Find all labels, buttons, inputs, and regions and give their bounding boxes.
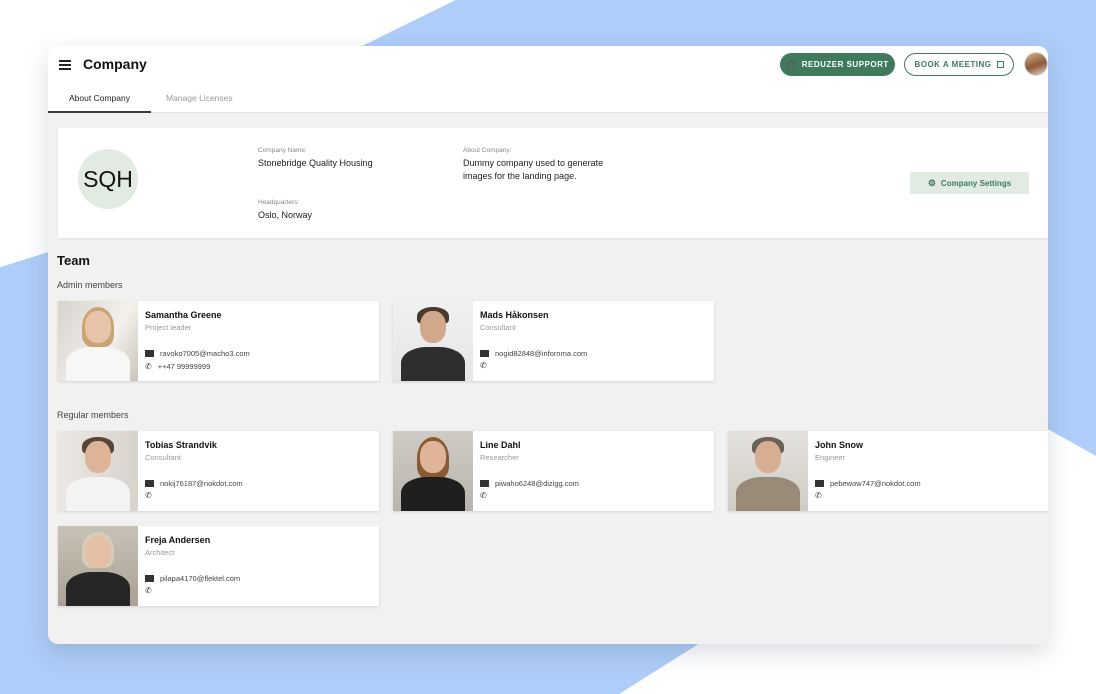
- company-name-value: Stonebridge Quality Housing: [258, 158, 373, 168]
- member-email[interactable]: ravoko7005@macho3.com: [160, 349, 250, 358]
- member-photo: [728, 431, 808, 511]
- member-card[interactable]: John Snow Engineer pebewow747@nokdot.com…: [728, 431, 1048, 511]
- member-photo: [58, 301, 138, 381]
- member-photo: [393, 301, 473, 381]
- headquarters-value: Oslo, Norway: [258, 210, 313, 220]
- member-photo: [58, 431, 138, 511]
- member-email[interactable]: nokij76187@nokdot.com: [160, 479, 243, 488]
- tab-about-company[interactable]: About Company: [48, 93, 151, 113]
- member-card[interactable]: Line Dahl Researcher piwaho6248@dizigg.c…: [393, 431, 714, 511]
- member-card[interactable]: Mads Håkonsen Consultant nogid82848@info…: [393, 301, 714, 381]
- tab-manage-licenses[interactable]: Manage Licenses: [166, 93, 233, 113]
- mail-icon: [815, 480, 824, 487]
- page-title: Company: [83, 56, 147, 72]
- about-company-line1: Dummy company used to generate: [463, 158, 604, 168]
- member-card[interactable]: Tobias Strandvik Consultant nokij76187@n…: [58, 431, 379, 511]
- app-window: Company 🎧 REDUZER SUPPORT BOOK A MEETING…: [48, 46, 1048, 644]
- book-meeting-button[interactable]: BOOK A MEETING: [904, 53, 1014, 76]
- phone-icon: ✆: [145, 491, 152, 500]
- reduzer-support-button[interactable]: 🎧 REDUZER SUPPORT: [780, 53, 895, 76]
- mail-icon: [480, 350, 489, 357]
- member-email[interactable]: pebewow747@nokdot.com: [830, 479, 921, 488]
- about-company-line2: images for the landing page.: [463, 171, 577, 181]
- phone-icon: ✆: [815, 491, 822, 500]
- external-link-icon: [996, 61, 1004, 68]
- headquarters-label: Headquarters:: [258, 199, 300, 206]
- top-bar: Company 🎧 REDUZER SUPPORT BOOK A MEETING…: [48, 46, 1048, 113]
- member-card[interactable]: Samantha Greene Project leader ravoko700…: [58, 301, 379, 381]
- company-name-label: Company Name:: [258, 147, 307, 154]
- member-email[interactable]: nogid82848@infornma.com: [495, 349, 587, 358]
- admin-members-label: Admin members: [57, 280, 123, 290]
- team-heading: Team: [57, 253, 90, 268]
- settings-icon: ⚙: [927, 177, 936, 188]
- phone-icon: ✆: [145, 586, 152, 595]
- hamburger-menu-icon[interactable]: [59, 60, 71, 70]
- phone-icon: ✆: [480, 491, 487, 500]
- member-email[interactable]: piwaho6248@dizigg.com: [495, 479, 579, 488]
- mail-icon: [145, 575, 154, 582]
- phone-icon: ✆: [145, 361, 152, 371]
- member-email[interactable]: pilapa4170@flektel.com: [160, 574, 240, 583]
- headset-icon: 🎧: [786, 60, 797, 69]
- mail-icon: [145, 350, 154, 357]
- member-photo: [58, 526, 138, 606]
- company-info-card: SQH Company Name: Stonebridge Quality Ho…: [58, 128, 1048, 238]
- member-phone[interactable]: ++47 99999999: [158, 362, 211, 371]
- mail-icon: [480, 480, 489, 487]
- member-card[interactable]: Freja Andersen Architect pilapa4170@flek…: [58, 526, 379, 606]
- member-photo: [393, 431, 473, 511]
- mail-icon: [145, 480, 154, 487]
- company-logo: SQH: [78, 149, 138, 209]
- user-avatar[interactable]: [1024, 52, 1048, 76]
- phone-icon: ✆: [480, 361, 487, 370]
- about-company-label: About Company:: [463, 147, 512, 154]
- regular-members-label: Regular members: [57, 410, 129, 420]
- company-settings-button[interactable]: ⚙ Company Settings: [910, 172, 1029, 194]
